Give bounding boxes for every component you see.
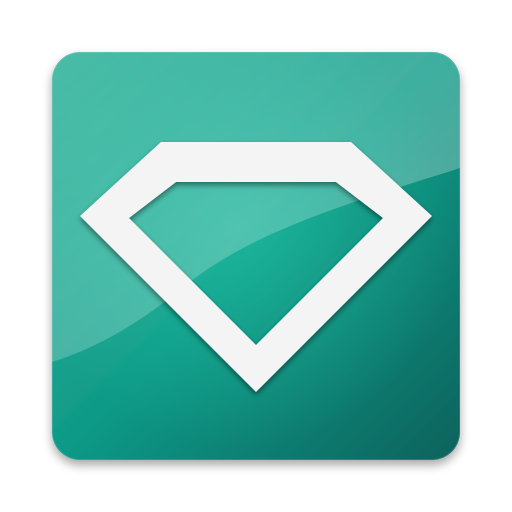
app-icon[interactable] xyxy=(0,0,512,512)
launcher-canvas xyxy=(0,0,512,512)
app-icon-graphic xyxy=(52,52,460,460)
icon-tile xyxy=(52,52,460,460)
